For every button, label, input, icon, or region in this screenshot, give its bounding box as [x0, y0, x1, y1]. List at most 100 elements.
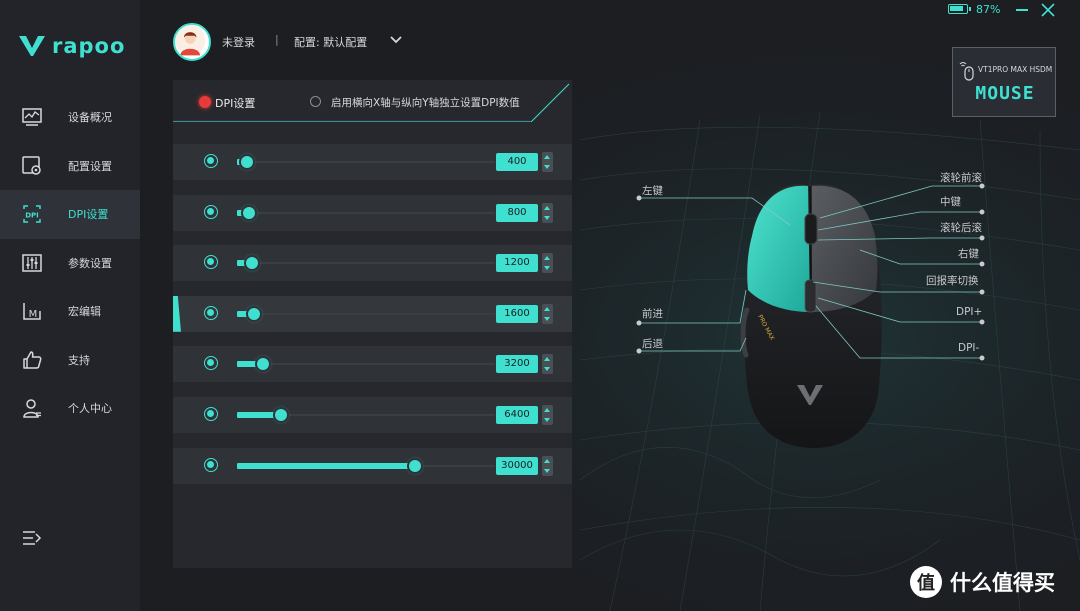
sidebar-item-params[interactable]: 参数设置	[0, 239, 140, 288]
menu-collapse-icon[interactable]	[22, 528, 42, 548]
close-icon[interactable]	[1040, 2, 1056, 18]
sidebar-item-label: 个人中心	[68, 402, 112, 416]
dpi-level-toggle[interactable]	[204, 457, 218, 472]
dpi-level-toggle[interactable]	[204, 255, 218, 270]
sidebar-item-macro[interactable]: M 宏编辑	[0, 287, 140, 336]
dpi-level-toggle[interactable]	[204, 407, 218, 421]
stepper-up-icon[interactable]	[544, 155, 550, 159]
battery-percentage: 87%	[976, 3, 1001, 16]
dpi-slider-thumb[interactable]	[275, 409, 287, 421]
dpi-level-toggle[interactable]	[204, 356, 218, 371]
rapoo-logo-icon	[19, 36, 45, 56]
device-card[interactable]: VT1PRO MAX HSDM MOUSE	[952, 47, 1056, 117]
dpi-level-row[interactable]: 6400	[173, 397, 572, 433]
dpi-level-toggle[interactable]	[204, 204, 218, 219]
label-back[interactable]: 后退	[642, 336, 663, 351]
dpi-level-row[interactable]: 400	[173, 144, 572, 180]
header-separator: |	[275, 33, 279, 46]
dpi-slider-thumb[interactable]	[409, 459, 421, 472]
svg-text:M: M	[29, 309, 38, 320]
dpi-slider-thumb[interactable]	[246, 257, 258, 270]
dpi-level-toggle[interactable]	[204, 305, 218, 320]
dpi-slider-thumb[interactable]	[248, 307, 260, 320]
dpi-mode-radio[interactable]	[199, 96, 211, 108]
label-left-button[interactable]: 左键	[642, 183, 663, 198]
avatar[interactable]	[173, 23, 211, 61]
stepper-up-icon[interactable]	[544, 408, 550, 412]
dpi-value-input[interactable]: 30000	[496, 456, 538, 475]
login-status[interactable]: 未登录	[222, 34, 255, 50]
minimize-icon[interactable]	[1016, 9, 1028, 11]
stepper-up-icon[interactable]	[544, 306, 550, 311]
sidebar-item-user-center[interactable]: 个人中心	[0, 384, 140, 433]
dpi-value-input[interactable]: 1600	[496, 304, 538, 323]
dpi-slider-track[interactable]	[237, 161, 495, 163]
independent-xy-radio[interactable]	[310, 96, 321, 107]
dpi-value-stepper[interactable]	[542, 405, 553, 425]
stepper-down-icon[interactable]	[544, 266, 550, 271]
label-wheel-down[interactable]: 滚轮后滚	[940, 220, 982, 235]
stepper-up-icon[interactable]	[544, 458, 550, 463]
sidebar-item-support[interactable]: 支持	[0, 336, 140, 385]
macro-icon: M	[23, 303, 41, 320]
sidebar-item-label: 配置设置	[68, 159, 112, 173]
dpi-slider-track[interactable]	[237, 262, 495, 265]
dpi-value-input[interactable]: 800	[496, 203, 538, 222]
dpi-slider-track[interactable]	[237, 211, 495, 214]
dpi-panel-header: DPI设置 启用横向X轴与纵向Y轴独立设置DPI数值	[173, 80, 572, 122]
dpi-value-stepper[interactable]	[542, 202, 553, 223]
dpi-value-stepper[interactable]	[542, 455, 553, 476]
avatar-icon	[175, 25, 206, 56]
label-forward[interactable]: 前进	[642, 306, 663, 321]
config-selector-label[interactable]: 配置: 默认配置	[294, 34, 367, 50]
battery-fill	[950, 6, 963, 11]
dpi-value-stepper[interactable]	[542, 303, 553, 324]
dpi-slider-track[interactable]	[237, 312, 495, 315]
stepper-down-icon[interactable]	[544, 418, 550, 422]
label-polling-switch[interactable]: 回报率切换	[926, 273, 979, 288]
stepper-up-icon[interactable]	[544, 205, 550, 210]
dpi-value-stepper[interactable]	[542, 253, 553, 274]
chevron-down-icon[interactable]	[389, 34, 403, 46]
sidebar-item-config[interactable]: 配置设置	[0, 142, 140, 191]
dpi-level-toggle[interactable]	[204, 154, 218, 168]
label-right-button[interactable]: 右键	[958, 246, 979, 261]
dpi-value-input[interactable]: 400	[496, 153, 538, 171]
dpi-level-row[interactable]: 3200	[173, 346, 572, 383]
dpi-level-row[interactable]: 30000	[173, 447, 572, 484]
stepper-down-icon[interactable]	[544, 468, 550, 473]
thumbs-up-icon	[23, 351, 42, 369]
dpi-level-row[interactable]: 800	[173, 194, 572, 231]
dpi-value-stepper[interactable]	[542, 152, 553, 172]
dpi-value-input[interactable]: 1200	[496, 254, 538, 273]
stepper-up-icon[interactable]	[544, 256, 550, 261]
stepper-up-icon[interactable]	[544, 357, 550, 362]
sidebar-item-label: DPI设置	[68, 208, 109, 222]
dpi-value-stepper[interactable]	[542, 354, 553, 375]
label-dpi-minus[interactable]: DPI-	[958, 342, 979, 354]
dpi-slider-thumb[interactable]	[257, 358, 269, 371]
dpi-slider-thumb[interactable]	[241, 156, 253, 168]
dpi-value-input[interactable]: 3200	[496, 355, 538, 374]
dpi-slider-thumb[interactable]	[243, 206, 255, 219]
label-dpi-plus[interactable]: DPI+	[956, 306, 982, 318]
dpi-slider-track[interactable]	[237, 363, 495, 366]
dpi-level-row[interactable]: 1600	[173, 295, 572, 332]
sidebar-item-dpi[interactable]: DPI DPI设置	[0, 190, 140, 239]
stepper-down-icon[interactable]	[544, 316, 550, 321]
chart-monitor-icon	[22, 108, 42, 126]
svg-text:DPI: DPI	[25, 212, 39, 220]
label-middle[interactable]: 中键	[940, 194, 961, 209]
watermark: 值 什么值得买	[910, 566, 1055, 598]
sidebar-item-device-overview[interactable]: 设备概况	[0, 93, 140, 142]
main-area: 未登录 | 配置: 默认配置 87% VT1PRO MAX HSDM MOUSE	[140, 0, 1080, 611]
stepper-down-icon[interactable]	[544, 215, 550, 220]
sidebar-nav: 设备概况 配置设置 DPI DPI设置 参数设置 M 宏编辑 支持 个人中心	[0, 93, 140, 433]
stepper-down-icon[interactable]	[544, 165, 550, 169]
dpi-level-row[interactable]: 1200	[173, 245, 572, 282]
stepper-down-icon[interactable]	[544, 367, 550, 372]
user-icon	[23, 399, 41, 418]
watermark-badge: 值	[910, 566, 942, 598]
dpi-value-input[interactable]: 6400	[496, 406, 538, 424]
label-wheel-up[interactable]: 滚轮前滚	[940, 170, 982, 185]
